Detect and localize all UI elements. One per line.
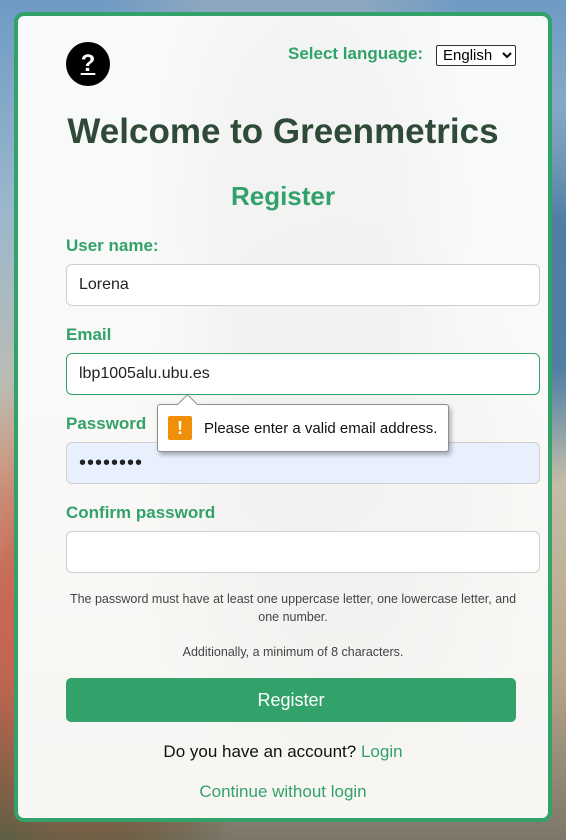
register-button[interactable]: Register [66, 678, 516, 722]
password-length-hint: Additionally, a minimum of 8 characters. [182, 645, 404, 659]
password-rules-hint: The password must have at least one uppe… [69, 592, 517, 624]
page-title: Welcome to Greenmetrics [67, 112, 499, 151]
username-label: User name: [66, 236, 159, 255]
username-input[interactable]: Lorena [66, 264, 540, 306]
email-label: Email [66, 325, 112, 344]
confirm-password-label: Confirm password [66, 503, 216, 522]
warning-icon: ! [168, 416, 192, 440]
login-link[interactable]: Login [361, 742, 403, 761]
validation-message: Please enter a valid email address. [204, 419, 438, 437]
email-validation-tooltip: ! Please enter a valid email address. [157, 404, 449, 452]
continue-without-login-link[interactable]: Continue without login [18, 782, 548, 802]
question-mark-icon: ? [80, 50, 96, 77]
account-question: Do you have an account? [163, 742, 357, 761]
register-card: ? Select language: English Welcome to Gr… [14, 12, 552, 822]
account-prompt: Do you have an account? Login [18, 742, 548, 762]
help-button[interactable]: ? [66, 42, 110, 86]
form-title: Register [230, 181, 336, 211]
language-select[interactable]: English [436, 45, 516, 66]
language-label: Select language: [288, 44, 424, 63]
email-input[interactable]: lbp1005alu.ubu.es [66, 353, 540, 395]
confirm-password-input[interactable] [66, 531, 540, 573]
password-label: Password [66, 414, 147, 433]
